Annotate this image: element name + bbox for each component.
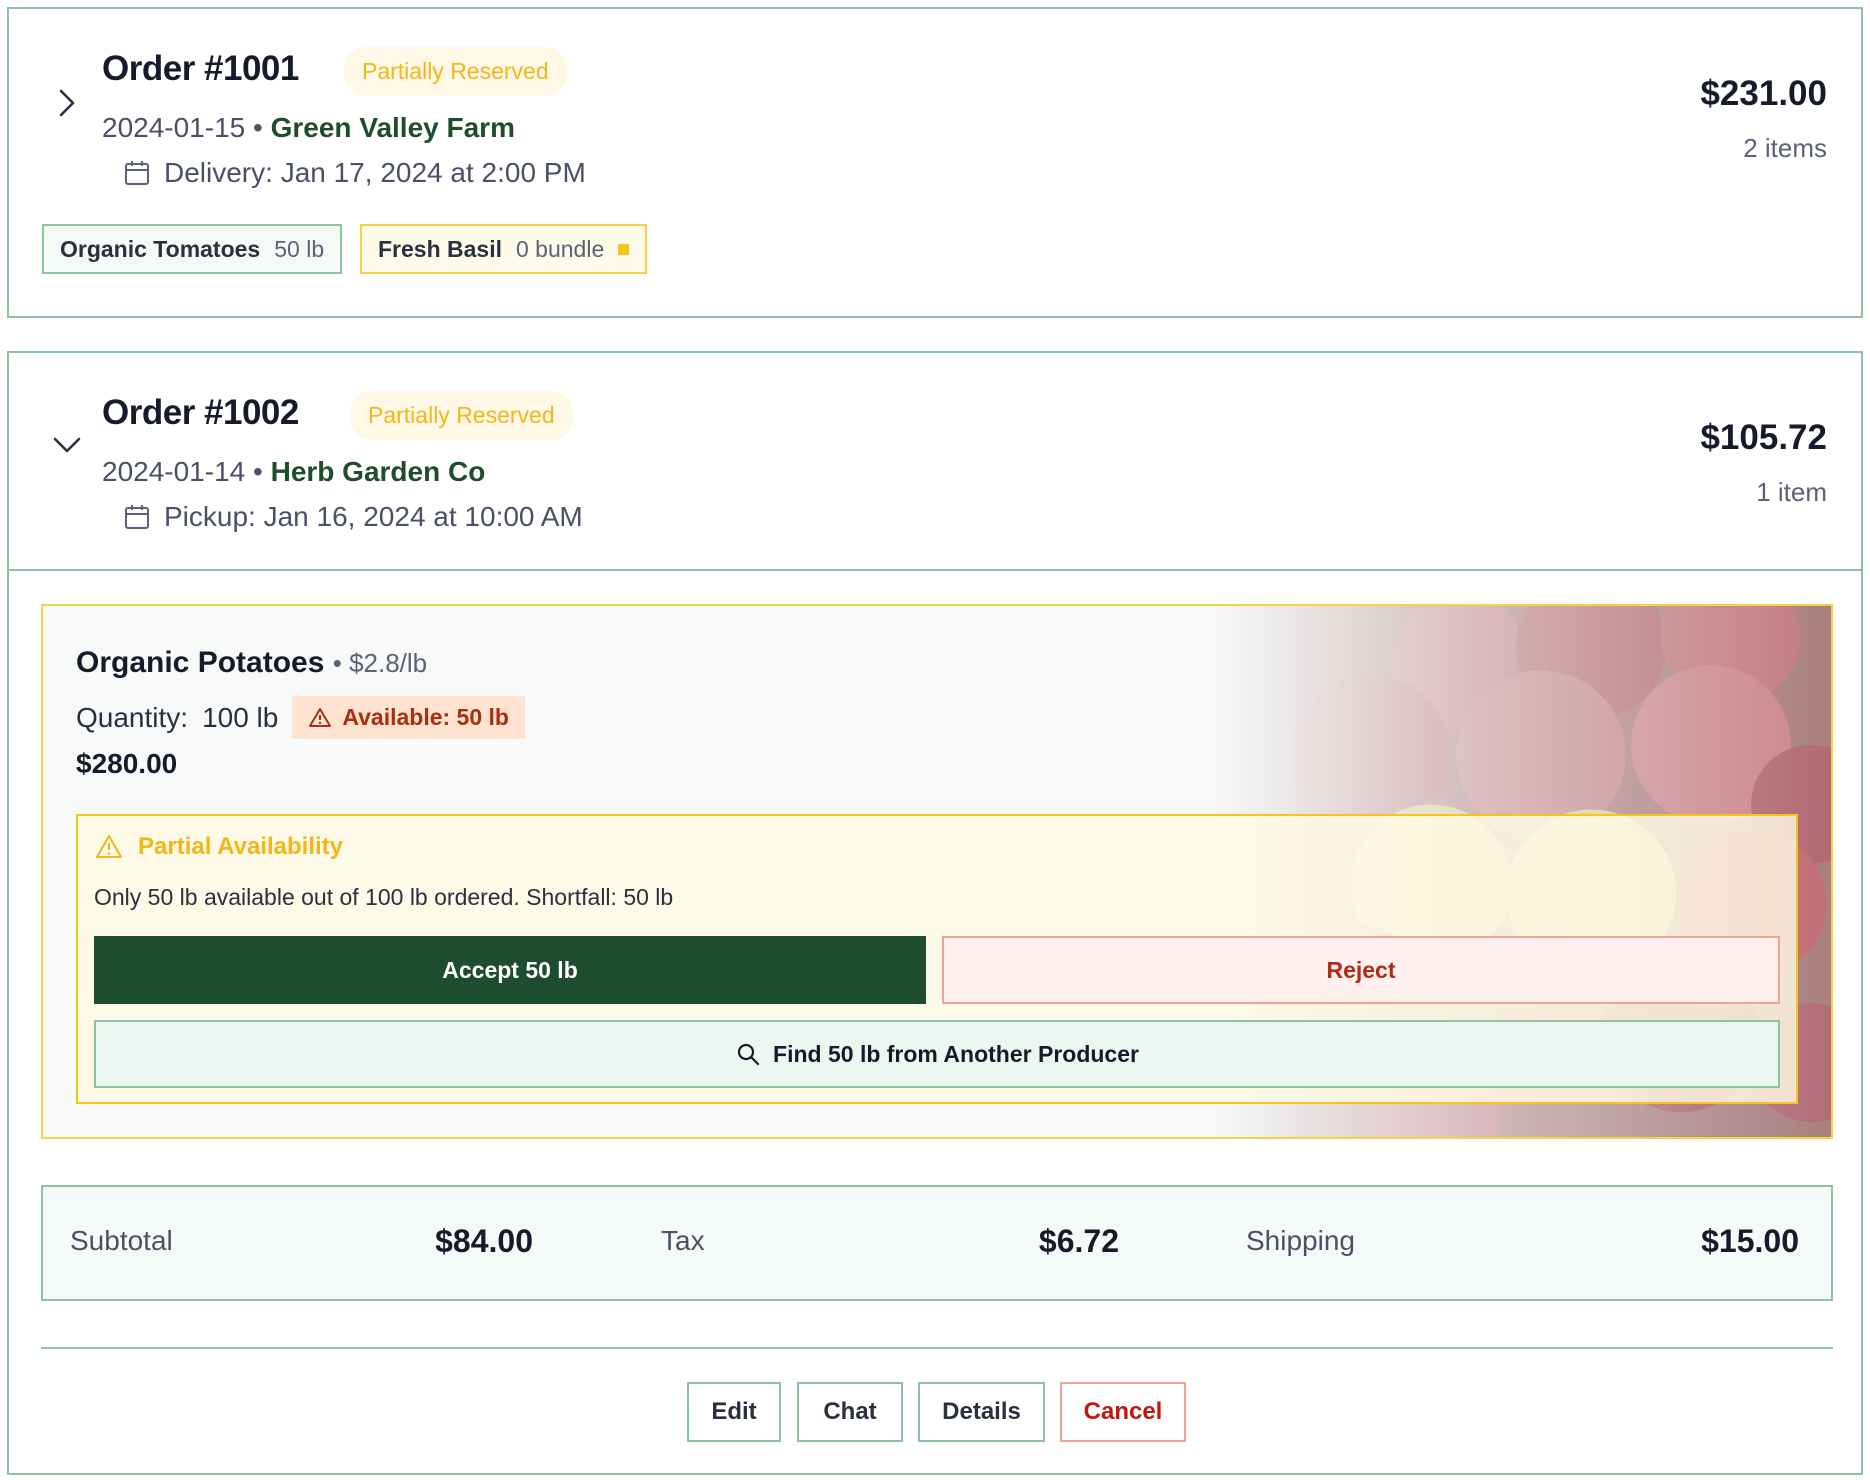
chat-button[interactable]: Chat	[797, 1382, 903, 1442]
chip-name: Fresh Basil	[378, 235, 502, 262]
schedule-text: Pickup: Jan 16, 2024 at 10:00 AM	[164, 501, 583, 532]
meta-separator: •	[253, 456, 263, 487]
subtotal-value: $84.00	[435, 1223, 533, 1259]
availability-text: Available: 50 lb	[342, 704, 509, 730]
schedule-text: Delivery: Jan 17, 2024 at 2:00 PM	[164, 157, 586, 188]
quantity-label: Quantity:	[76, 701, 189, 733]
chip-qty: 50 lb	[274, 235, 325, 262]
edit-button[interactable]: Edit	[687, 1382, 781, 1442]
order-item-panel: Organic Potatoes • $2.8/lb Quantity: 100…	[41, 604, 1833, 1139]
tax-label: Tax	[661, 1225, 705, 1256]
order-total: $231.00	[1700, 74, 1827, 113]
alert-title: Partial Availability	[138, 833, 343, 860]
order-date: 2024-01-15	[102, 112, 246, 143]
find-button-label: Find 50 lb from Another Producer	[773, 1040, 1139, 1067]
status-badge: Partially Reserved	[344, 47, 567, 96]
search-icon	[737, 1043, 760, 1066]
item-chip[interactable]: Fresh Basil 0 bundle	[360, 224, 648, 274]
chevron-right-icon[interactable]	[45, 81, 89, 125]
schedule-row: Delivery: Jan 17, 2024 at 2:00 PM	[122, 157, 586, 189]
find-other-producer-button[interactable]: Find 50 lb from Another Producer	[94, 1020, 1780, 1088]
partial-availability-alert: Partial Availability Only 50 lb availabl…	[76, 814, 1798, 1104]
order-card-1002: Order #1002 Partially Reserved 2024-01-1…	[7, 351, 1863, 1475]
product-name: Organic Potatoes	[76, 646, 325, 679]
order-summary: Subtotal $84.00 Tax $6.72 Shipping $15.0…	[41, 1185, 1833, 1301]
order-meta: 2024-01-14 • Herb Garden Co	[102, 456, 485, 488]
item-count: 1 item	[1756, 477, 1827, 507]
subtotal-label: Subtotal	[70, 1225, 173, 1256]
farm-name: Green Valley Farm	[270, 112, 515, 143]
order-title[interactable]: Order #1002	[102, 393, 299, 433]
line-total: $280.00	[76, 748, 178, 779]
product-name-row: Organic Potatoes • $2.8/lb	[76, 646, 427, 680]
schedule-row: Pickup: Jan 16, 2024 at 10:00 AM	[122, 501, 583, 533]
warning-triangle-icon	[309, 707, 332, 727]
order-card-1001: Order #1001 Partially Reserved 2024-01-1…	[7, 7, 1863, 318]
header-divider	[9, 569, 1861, 571]
actions-divider	[41, 1347, 1833, 1349]
warning-triangle-icon	[96, 835, 122, 858]
item-chip[interactable]: Organic Tomatoes 50 lb	[42, 224, 343, 274]
calendar-icon	[122, 158, 152, 188]
details-button[interactable]: Details	[918, 1382, 1045, 1442]
shipping-label: Shipping	[1246, 1225, 1355, 1256]
shortage-indicator-icon	[618, 243, 630, 255]
tax-value: $6.72	[1038, 1223, 1119, 1259]
item-count: 2 items	[1743, 133, 1827, 163]
quantity-value: 100 lb	[202, 701, 279, 733]
availability-badge: Available: 50 lb	[292, 696, 525, 739]
chevron-down-icon[interactable]	[45, 423, 89, 467]
cancel-order-button[interactable]: Cancel	[1060, 1382, 1186, 1442]
order-meta: 2024-01-15 • Green Valley Farm	[102, 112, 515, 144]
order-total: $105.72	[1700, 418, 1827, 457]
quantity-row: Quantity: 100 lb Available: 50 lb	[76, 696, 525, 739]
meta-separator: •	[253, 112, 263, 143]
chip-qty: 0 bundle	[516, 235, 605, 262]
alert-text: Only 50 lb available out of 100 lb order…	[94, 884, 674, 910]
calendar-icon	[122, 502, 152, 532]
status-badge: Partially Reserved	[350, 391, 573, 440]
accept-partial-button[interactable]: Accept 50 lb	[94, 936, 926, 1004]
reject-button[interactable]: Reject	[942, 936, 1780, 1004]
unit-price: • $2.8/lb	[332, 648, 428, 678]
order-date: 2024-01-14	[102, 456, 246, 487]
alert-title-row: Partial Availability	[94, 832, 343, 862]
shipping-value: $15.00	[1701, 1223, 1799, 1259]
farm-name: Herb Garden Co	[270, 456, 486, 487]
chip-name: Organic Tomatoes	[60, 235, 261, 262]
order-title[interactable]: Order #1001	[102, 49, 299, 89]
